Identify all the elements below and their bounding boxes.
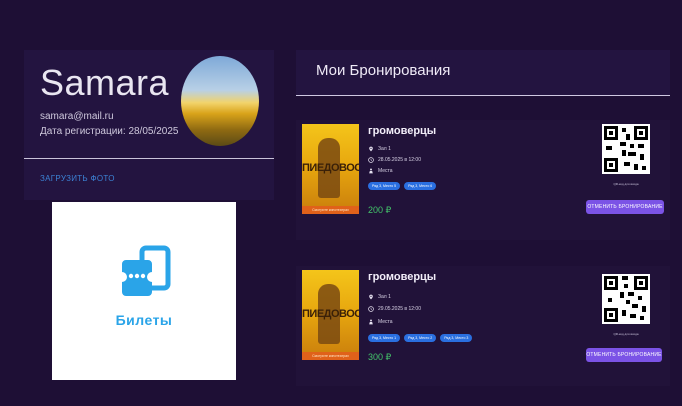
seat-chips: Ряд 3, Место 5 Ряд 3, Место 6 xyxy=(368,182,437,190)
seat-chip: Ряд 3, Место 2 xyxy=(404,334,437,342)
hall-row: Зал 1 xyxy=(368,146,391,152)
avatar xyxy=(181,56,259,146)
location-pin-icon xyxy=(369,146,373,152)
poster-caption: Смотрите кинотеатрах xyxy=(302,352,359,360)
seat-chip: Ряд 3, Место 3 xyxy=(440,334,473,342)
datetime-label: 29.05.2025 в 12:00 xyxy=(378,306,421,312)
bookings-header: Мои Бронирования xyxy=(296,50,670,96)
seat-chip: Ряд 3, Место 5 xyxy=(368,182,401,190)
seats-row: Места xyxy=(368,168,393,174)
booking-price: 300 ₽ xyxy=(368,352,392,362)
logo-image: Билеты xyxy=(52,202,236,380)
poster-title: ПИЕДОВОО xyxy=(302,162,359,174)
qr-code-icon xyxy=(602,274,650,324)
booking-card: ПИЕДОВОО Смотрите кинотеатрах громоверцы… xyxy=(296,120,670,240)
cancel-booking-button[interactable]: ОТМЕНИТЬ БРОНИРОВАНИЕ xyxy=(586,200,664,214)
profile-name: Samara xyxy=(40,62,170,103)
movie-title: громоверцы xyxy=(368,271,437,283)
booking-price: 200 ₽ xyxy=(368,205,392,215)
seat-icon xyxy=(369,168,373,174)
clock-icon xyxy=(368,157,374,163)
seats-row: Места xyxy=(368,319,393,325)
hall-label: Зал 1 xyxy=(378,294,391,300)
page-title: Мои Бронирования xyxy=(316,62,451,79)
seat-chip: Ряд 3, Место 6 xyxy=(404,182,437,190)
seats-label: Места xyxy=(378,168,393,174)
profile-email: samara@mail.ru xyxy=(40,111,114,122)
header-divider xyxy=(296,95,670,96)
seats-label: Места xyxy=(378,319,393,325)
upload-photo-link[interactable]: ЗАГРУЗИТЬ ФОТО xyxy=(40,174,115,183)
qr-caption: QR-код для входа xyxy=(613,332,639,336)
seat-chip: Ряд 3, Место 1 xyxy=(368,334,401,342)
location-pin-icon xyxy=(369,294,373,300)
registration-date: Дата регистрации: 28/05/2025 xyxy=(40,126,179,137)
poster-title: ПИЕДОВОО xyxy=(302,308,359,320)
seat-icon xyxy=(369,319,373,325)
qr-caption: QR-код для входа xyxy=(613,182,639,186)
profile-divider xyxy=(24,158,274,159)
ticket-logo-icon xyxy=(122,245,171,296)
logo-text: Билеты xyxy=(115,312,173,328)
datetime-row: 28.05.2025 в 12:00 xyxy=(368,157,421,163)
profile-card: Samara samara@mail.ru Дата регистрации: … xyxy=(24,50,274,200)
datetime-label: 28.05.2025 в 12:00 xyxy=(378,157,421,163)
qr-code-icon xyxy=(602,124,650,174)
movie-poster: ПИЕДОВОО Смотрите кинотеатрах xyxy=(302,124,359,214)
poster-caption: Смотрите кинотеатрах xyxy=(302,206,359,214)
datetime-row: 29.05.2025 в 12:00 xyxy=(368,306,421,312)
seat-chips: Ряд 3, Место 1 Ряд 3, Место 2 Ряд 3, Мес… xyxy=(368,334,473,342)
cancel-booking-button[interactable]: ОТМЕНИТЬ БРОНИРОВАНИЕ xyxy=(586,348,662,362)
clock-icon xyxy=(368,306,374,312)
hall-row: Зал 1 xyxy=(368,294,391,300)
booking-card: ПИЕДОВОО Смотрите кинотеатрах громоверцы… xyxy=(296,266,670,386)
movie-title: громоверцы xyxy=(368,125,437,137)
hall-label: Зал 1 xyxy=(378,146,391,152)
movie-poster: ПИЕДОВОО Смотрите кинотеатрах xyxy=(302,270,359,360)
